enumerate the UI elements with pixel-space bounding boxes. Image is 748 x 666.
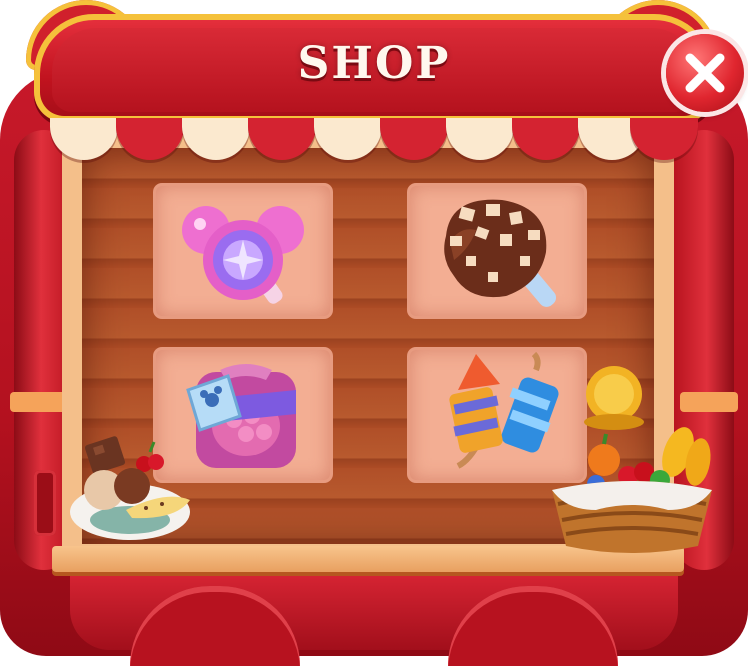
awning-scallop (116, 118, 184, 160)
chocolate-ice-cream-bar-icon (444, 199, 557, 307)
close-button[interactable] (666, 34, 744, 112)
awning-scallop (182, 118, 250, 160)
left-band (10, 392, 68, 412)
awning-scallop (446, 118, 514, 160)
shop-item-ice-cream-bar[interactable] (410, 186, 584, 316)
shop-title: SHOP (297, 38, 451, 89)
awning-scallop (248, 118, 316, 160)
shop-item-lollipop[interactable] (156, 186, 330, 316)
awning-scallop (314, 118, 382, 160)
awning-scallop (512, 118, 580, 160)
awning-scallop (50, 118, 118, 160)
close-icon (685, 53, 725, 93)
awning (50, 118, 698, 160)
awning-scallop (630, 118, 698, 160)
fruit-basket-decoration (552, 366, 712, 553)
mouse-lollipop-icon (182, 206, 304, 304)
left-slot-decoration (34, 470, 56, 536)
awning-scallop (380, 118, 448, 160)
dessert-plate-decoration (70, 436, 190, 540)
